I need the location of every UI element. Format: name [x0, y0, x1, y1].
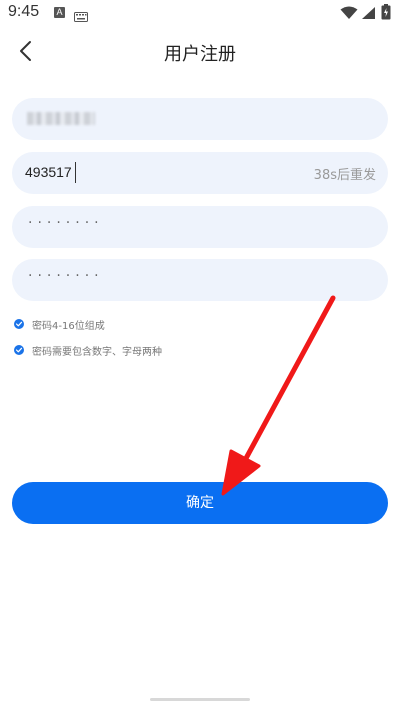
- keyboard-icon: [74, 7, 88, 26]
- check-circle-icon: [14, 345, 24, 355]
- password-rule-text: 密码需要包含数字、字母两种: [32, 346, 162, 358]
- password-rule-composition: 密码需要包含数字、字母两种: [14, 342, 162, 358]
- phone-input[interactable]: [12, 98, 388, 140]
- navigation-bar: [0, 690, 400, 710]
- phone-value-blurred: [27, 112, 95, 125]
- page-title: 用户注册: [164, 44, 236, 65]
- password-masked-value: ········: [28, 215, 104, 231]
- check-circle-icon: [14, 319, 24, 329]
- password-rule-text: 密码4-16位组成: [32, 320, 105, 332]
- header: 用户注册: [0, 30, 400, 76]
- resend-code-countdown[interactable]: 38s后重发: [314, 164, 376, 183]
- confirm-button[interactable]: 确定: [12, 482, 388, 524]
- text-caret: [75, 162, 76, 183]
- a-app-icon: A: [54, 7, 65, 18]
- battery-icon: [381, 4, 391, 24]
- wifi-icon: [340, 5, 358, 24]
- gesture-handle[interactable]: [150, 698, 250, 701]
- signal-icon: [361, 5, 376, 24]
- status-time: 9:45: [8, 3, 40, 20]
- verification-code-input[interactable]: 493517 38s后重发: [12, 152, 388, 194]
- confirm-password-masked-value: ········: [28, 268, 104, 284]
- status-bar: 9:45 A: [0, 0, 400, 28]
- confirm-password-input[interactable]: ········: [12, 259, 388, 301]
- password-input[interactable]: ········: [12, 206, 388, 248]
- password-rule-length: 密码4-16位组成: [14, 316, 105, 332]
- verification-code-value: 493517: [25, 164, 72, 180]
